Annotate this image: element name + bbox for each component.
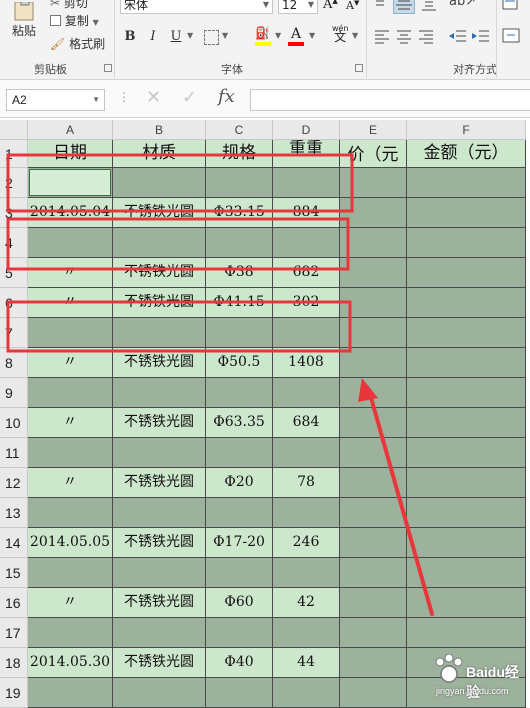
baidu-jingyan-watermark: Baidu经验 jingyan.baidu.com [432,650,530,704]
watermark-url: jingyan.baidu.com [436,686,509,696]
annotation-arrow-shaft [368,392,434,616]
annotation-box-row-2 [6,153,354,213]
paw-logo-icon [432,653,466,684]
watermark-brand: Baidu经验 [466,664,519,700]
annotation-overlay [6,153,434,616]
annotation-box-row-7 [6,300,352,353]
annotation-box-row-4 [6,217,350,271]
annotation-arrow-head [358,378,378,402]
